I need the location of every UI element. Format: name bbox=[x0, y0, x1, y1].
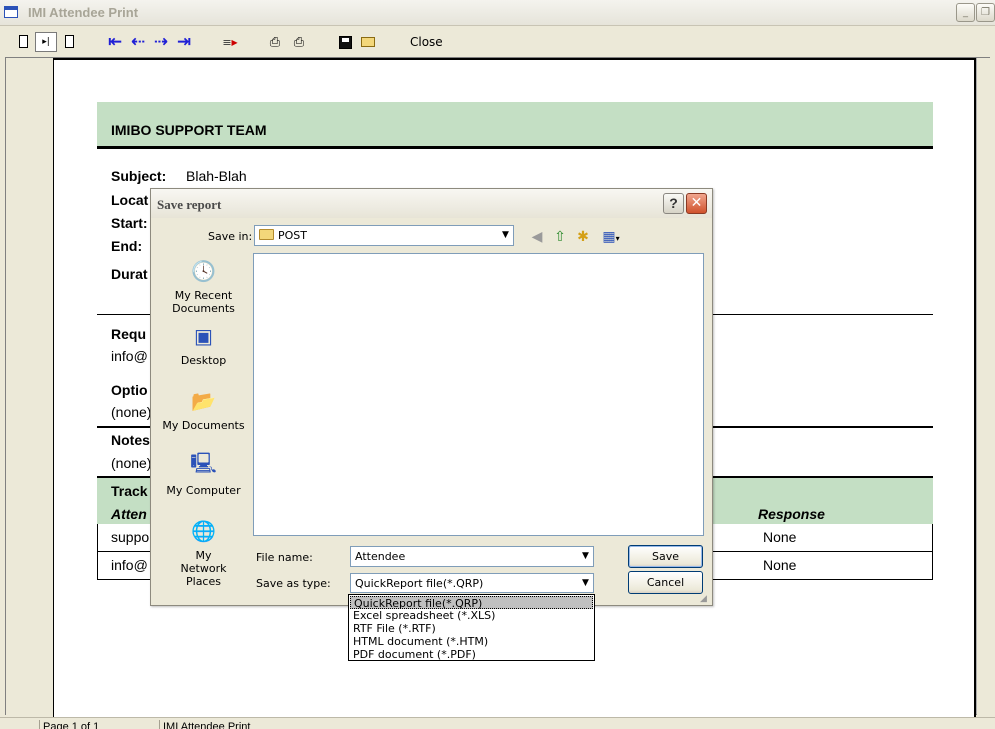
chevron-down-icon[interactable]: ▼ bbox=[577, 574, 593, 592]
place-label: Desktop bbox=[180, 354, 227, 367]
resize-grip[interactable]: ◢ bbox=[700, 593, 710, 603]
place-label: My Computer bbox=[166, 484, 241, 497]
my-computer-icon: 🖳 bbox=[190, 451, 217, 475]
file-list-view[interactable] bbox=[253, 253, 704, 536]
tracking-label: Track bbox=[111, 483, 148, 499]
file-name-input[interactable]: Attendee ▼ bbox=[350, 546, 594, 567]
place-label: My Network Places bbox=[180, 549, 227, 588]
response-column-header: Response bbox=[758, 506, 825, 522]
notes-value: (none) bbox=[111, 455, 152, 471]
dialog-close-button[interactable]: ✕ bbox=[686, 193, 707, 214]
back-icon[interactable]: ◀ bbox=[527, 227, 547, 247]
whole-page-icon[interactable] bbox=[19, 35, 28, 48]
places-bar: 🕓 My Recent Documents ▣ Desktop 📂 My Doc… bbox=[156, 249, 251, 589]
full-size-icon[interactable] bbox=[65, 35, 74, 48]
next-page-icon[interactable]: ⇢ bbox=[152, 32, 170, 52]
place-my-computer[interactable]: 🖳 My Computer bbox=[156, 450, 251, 497]
type-option-qrp[interactable]: QuickReport file(*.QRP) bbox=[350, 596, 593, 610]
type-option-rtf[interactable]: RTF File (*.RTF) bbox=[350, 622, 593, 635]
place-my-recent-documents[interactable]: 🕓 My Recent Documents bbox=[156, 255, 251, 315]
save-as-type-label: Save as type: bbox=[256, 577, 331, 590]
subject-label: Subject: bbox=[111, 168, 167, 184]
attendee-column-header: Atten bbox=[111, 506, 147, 522]
views-menu-icon[interactable]: ▦▾ bbox=[598, 227, 624, 247]
place-label: My Documents bbox=[162, 419, 245, 432]
optional-label: Optio bbox=[111, 382, 148, 398]
window-title-bar: IMI Attendee Print _ ❐ bbox=[0, 0, 995, 26]
page-width-icon[interactable]: ▸| bbox=[35, 32, 57, 52]
response-cell: None bbox=[763, 529, 797, 545]
file-name-label: File name: bbox=[256, 551, 313, 564]
dialog-title: Save report bbox=[157, 197, 222, 212]
team-header-band: IMIBO SUPPORT TEAM bbox=[97, 102, 933, 146]
close-button[interactable]: Close bbox=[410, 33, 443, 51]
network-places-icon: 🌐 bbox=[191, 519, 216, 543]
print-icon[interactable]: ⎙ bbox=[290, 33, 308, 51]
save-report-icon[interactable] bbox=[336, 33, 354, 51]
my-documents-icon: 📂 bbox=[191, 389, 216, 413]
app-window-icon bbox=[4, 6, 18, 18]
open-report-icon[interactable] bbox=[359, 33, 377, 51]
notes-label: Notes bbox=[111, 432, 150, 448]
chevron-down-icon[interactable]: ▼ bbox=[497, 226, 513, 245]
duration-label: Durat bbox=[111, 266, 148, 282]
optional-value: (none) bbox=[111, 404, 152, 420]
preview-toolbar: ▸| ⇤ ⇠ ⇢ ⇥ ≡ ▶ ⎙ ⎙ Close bbox=[0, 27, 995, 57]
location-label: Locat bbox=[111, 192, 149, 208]
dialog-title-bar: Save report ? ✕ bbox=[151, 189, 712, 218]
status-doc-title: IMI Attendee Print bbox=[159, 720, 250, 729]
restore-button[interactable]: ❐ bbox=[976, 3, 995, 22]
save-in-value: POST bbox=[278, 229, 307, 242]
start-label: Start: bbox=[111, 215, 148, 231]
attendee-cell: info@ bbox=[111, 557, 148, 573]
save-as-type-select[interactable]: QuickReport file(*.QRP) ▼ bbox=[350, 573, 594, 593]
subject-value: Blah-Blah bbox=[186, 168, 247, 184]
place-desktop[interactable]: ▣ Desktop bbox=[156, 320, 251, 367]
required-value: info@ bbox=[111, 348, 148, 364]
help-button[interactable]: ? bbox=[663, 193, 684, 214]
printer-setup-icon[interactable]: ⎙ bbox=[266, 33, 284, 51]
prev-page-icon[interactable]: ⇠ bbox=[129, 32, 147, 52]
recent-documents-icon: 🕓 bbox=[191, 259, 216, 283]
new-folder-icon[interactable]: ✱ bbox=[573, 227, 593, 247]
save-as-type-value: QuickReport file(*.QRP) bbox=[355, 577, 484, 590]
save-button[interactable]: Save bbox=[628, 545, 703, 568]
end-label: End: bbox=[111, 238, 143, 254]
minimize-button[interactable]: _ bbox=[956, 3, 975, 22]
desktop-icon: ▣ bbox=[194, 324, 213, 348]
type-option-htm[interactable]: HTML document (*.HTM) bbox=[350, 635, 593, 648]
type-option-pdf[interactable]: PDF document (*.PDF) bbox=[350, 648, 593, 661]
save-as-type-dropdown-list: QuickReport file(*.QRP) Excel spreadshee… bbox=[348, 594, 595, 661]
place-my-network-places[interactable]: 🌐 My Network Places bbox=[156, 515, 251, 588]
chevron-down-icon[interactable]: ▼ bbox=[577, 547, 593, 566]
place-my-documents[interactable]: 📂 My Documents bbox=[156, 385, 251, 432]
first-page-icon[interactable]: ⇤ bbox=[106, 32, 124, 52]
team-name: IMIBO SUPPORT TEAM bbox=[111, 122, 267, 138]
last-page-icon[interactable]: ⇥ bbox=[175, 32, 193, 52]
file-name-value: Attendee bbox=[355, 550, 406, 563]
folder-icon bbox=[259, 229, 274, 240]
place-label: My Recent Documents bbox=[172, 289, 235, 315]
up-folder-icon[interactable]: ⇧ bbox=[550, 227, 570, 247]
required-label: Requ bbox=[111, 326, 146, 342]
response-cell: None bbox=[763, 557, 797, 573]
type-option-xls[interactable]: Excel spreadsheet (*.XLS) bbox=[350, 609, 593, 622]
cancel-button[interactable]: Cancel bbox=[628, 571, 703, 594]
team-divider bbox=[97, 146, 933, 149]
save-report-dialog: Save report ? ✕ Save in: POST ▼ ◀ ⇧ ✱ ▦▾… bbox=[150, 188, 713, 606]
workspace-margin-right bbox=[977, 58, 990, 716]
attendee-cell: suppo bbox=[111, 529, 150, 545]
save-in-combo[interactable]: POST ▼ bbox=[254, 225, 514, 246]
save-in-label: Save in: bbox=[208, 230, 253, 243]
goto-page-icon[interactable]: ≡ ▶ bbox=[221, 33, 239, 51]
status-page-info: Page 1 of 1 bbox=[39, 720, 99, 729]
status-bar: Page 1 of 1 IMI Attendee Print bbox=[0, 717, 995, 729]
window-title: IMI Attendee Print bbox=[28, 5, 139, 20]
workspace-margin-left bbox=[6, 58, 53, 716]
